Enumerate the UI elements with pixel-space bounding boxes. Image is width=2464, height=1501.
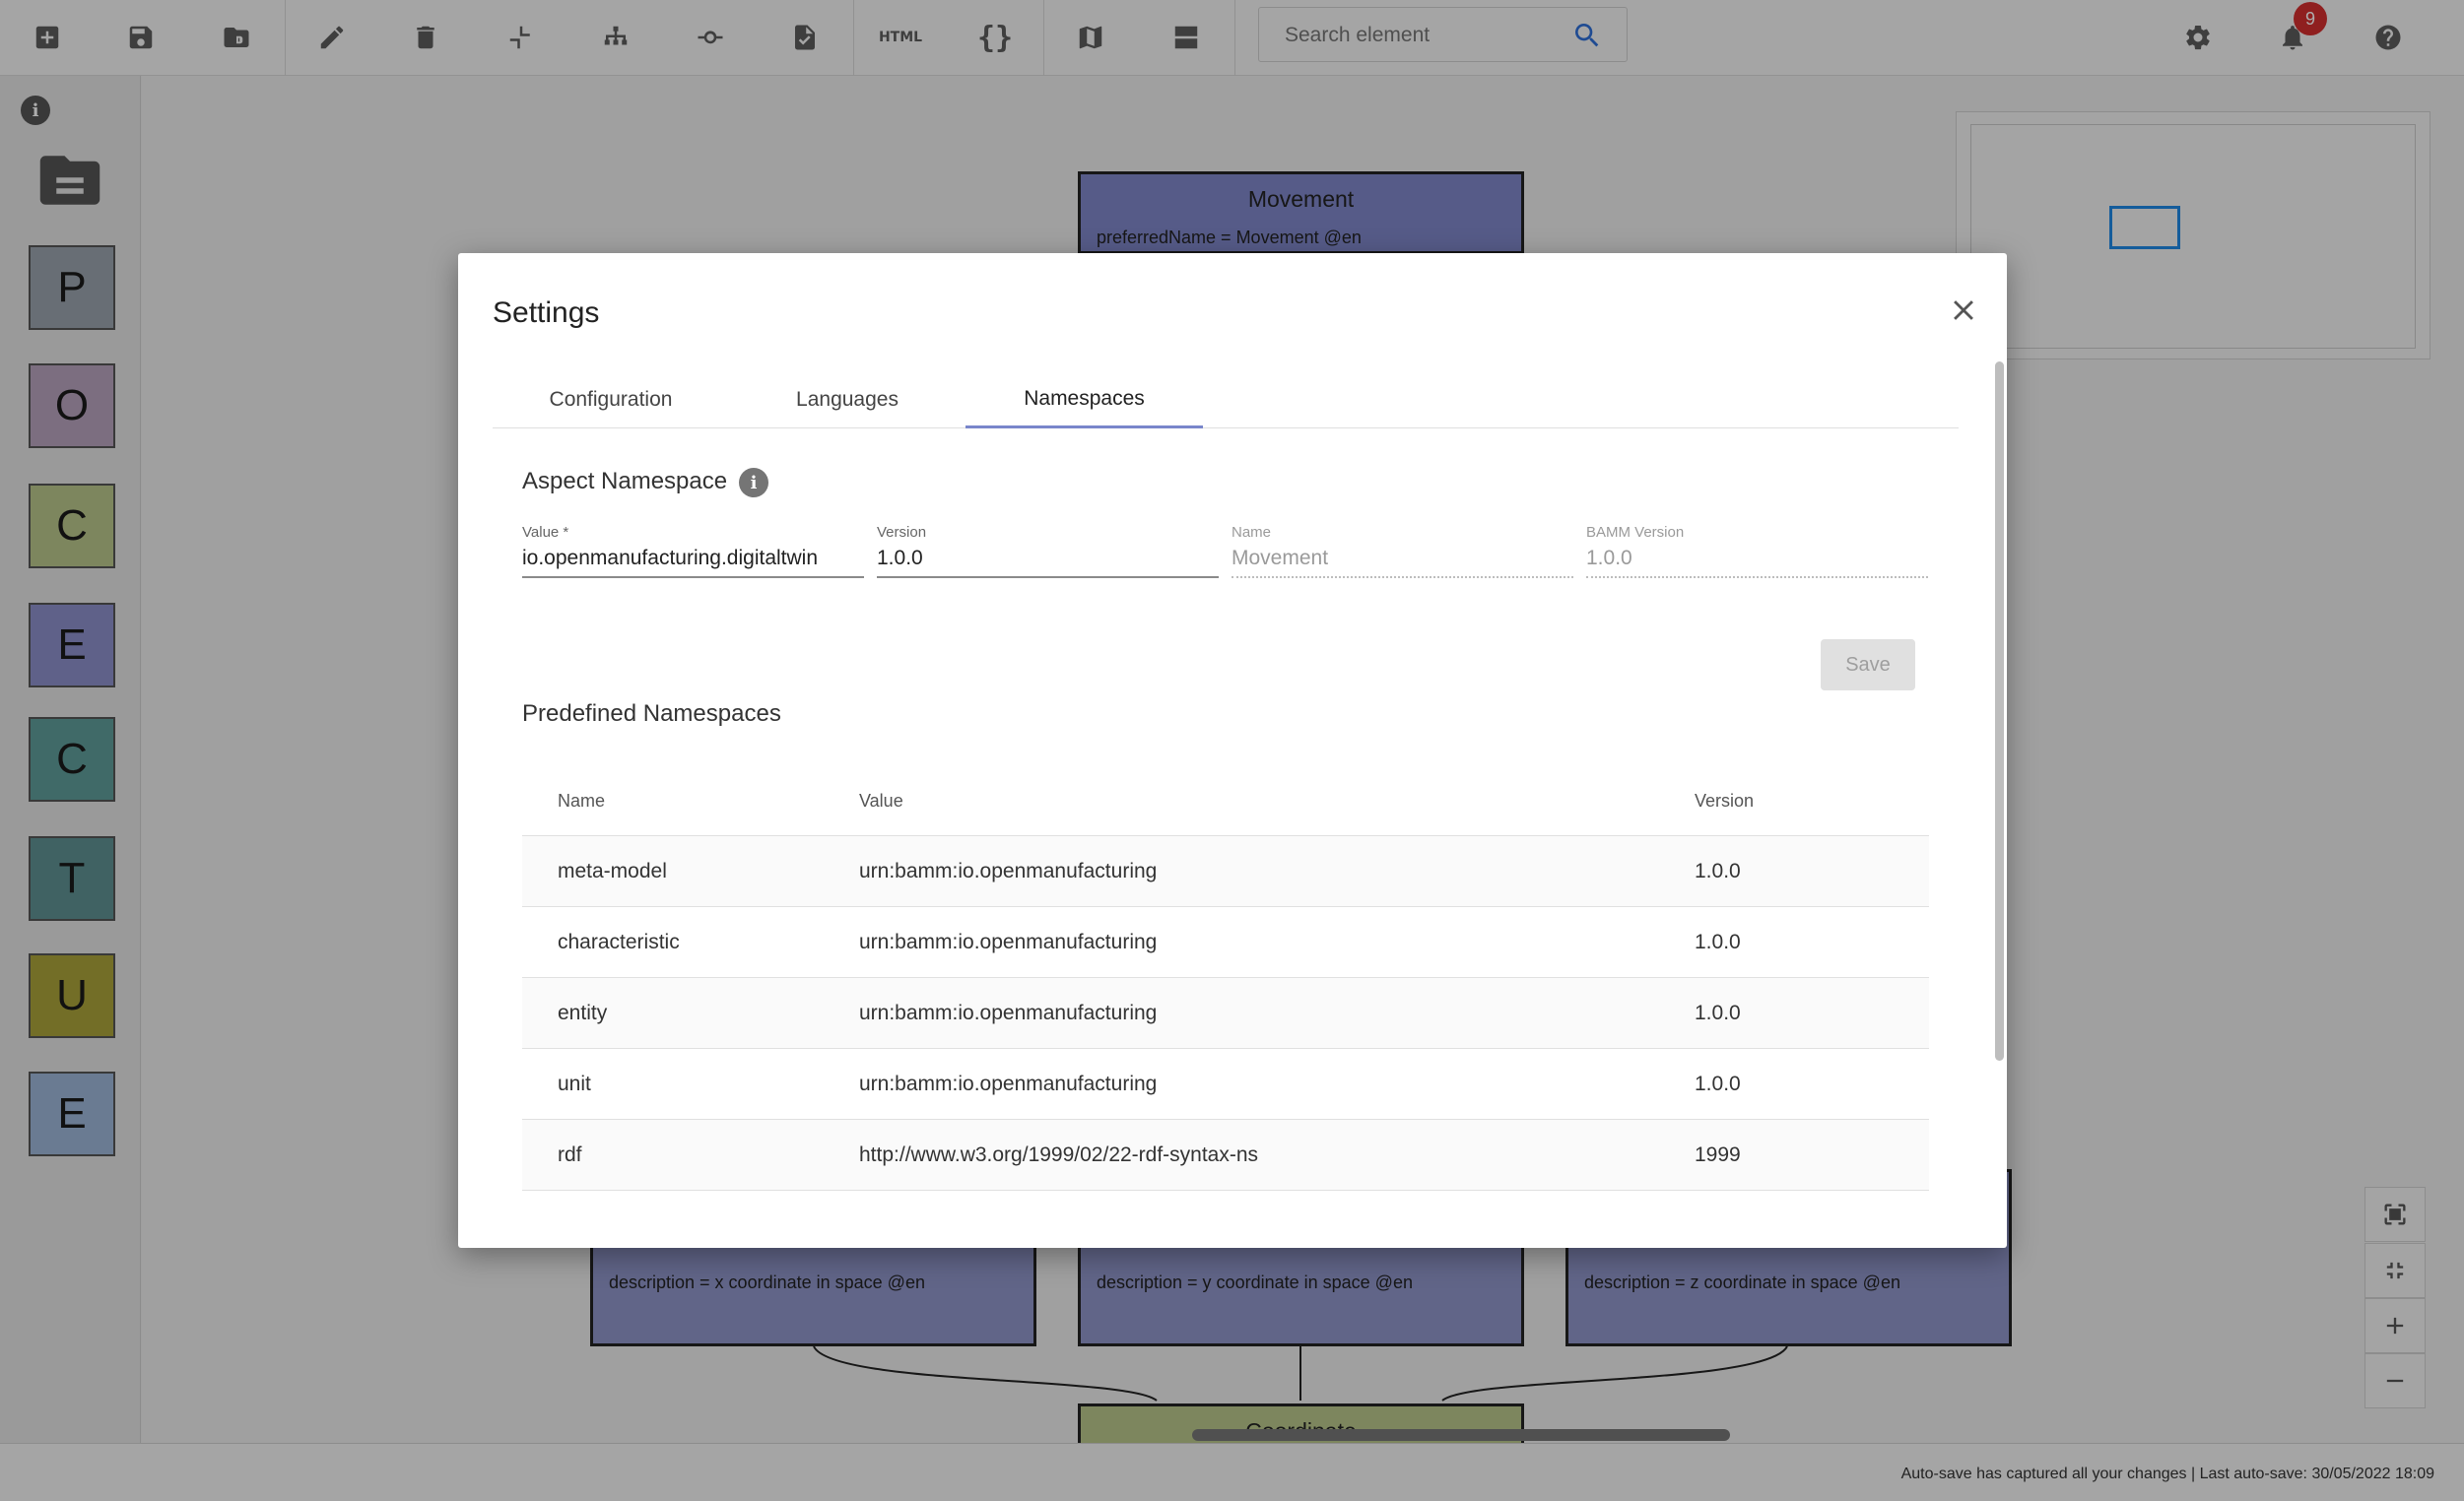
bamm-version-input xyxy=(1586,547,1928,578)
table-body: meta-model urn:bamm:io.openmanufacturing… xyxy=(522,836,1929,1191)
row-value: urn:bamm:io.openmanufacturing xyxy=(859,931,1158,953)
column-header-name: Name xyxy=(558,790,606,811)
name-input xyxy=(1232,547,1573,578)
row-version: 1.0.0 xyxy=(1695,1002,1741,1024)
row-name: meta-model xyxy=(558,860,667,882)
value-field: Value * xyxy=(522,524,864,583)
aspect-namespace-title: Aspect Namespace xyxy=(522,468,728,494)
save-button[interactable]: Save xyxy=(1821,639,1915,690)
close-icon[interactable] xyxy=(1942,289,1985,332)
row-value: urn:bamm:io.openmanufacturing xyxy=(859,860,1158,882)
row-version: 1999 xyxy=(1695,1143,1741,1166)
namespaces-table: Name Value Version meta-model urn:bamm:i… xyxy=(522,765,1929,1191)
bamm-version-label: BAMM Version xyxy=(1586,524,1685,541)
column-header-value: Value xyxy=(859,790,903,811)
tab-languages[interactable]: Languages xyxy=(729,371,966,428)
version-label: Version xyxy=(877,524,927,541)
row-version: 1.0.0 xyxy=(1695,1073,1741,1095)
row-version: 1.0.0 xyxy=(1695,860,1741,882)
dialog-title: Settings xyxy=(493,296,600,329)
row-name: entity xyxy=(558,1002,608,1024)
value-input[interactable] xyxy=(522,547,864,578)
row-name: unit xyxy=(558,1073,591,1095)
table-header: Name Value Version xyxy=(522,765,1929,836)
table-row: meta-model urn:bamm:io.openmanufacturing… xyxy=(522,836,1929,907)
row-name: rdf xyxy=(558,1143,582,1166)
row-value: urn:bamm:io.openmanufacturing xyxy=(859,1002,1158,1024)
table-row: characteristic urn:bamm:io.openmanufactu… xyxy=(522,907,1929,978)
tab-namespaces[interactable]: Namespaces xyxy=(966,371,1203,428)
row-version: 1.0.0 xyxy=(1695,931,1741,953)
settings-dialog: Settings Configuration Languages Namespa… xyxy=(458,253,2007,1248)
version-input[interactable] xyxy=(877,547,1219,578)
table-row: unit urn:bamm:io.openmanufacturing 1.0.0 xyxy=(522,1049,1929,1120)
value-label: Value * xyxy=(522,524,569,541)
name-label: Name xyxy=(1232,524,1272,541)
row-name: characteristic xyxy=(558,931,680,953)
column-header-version: Version xyxy=(1695,790,1755,811)
bamm-version-field: BAMM Version xyxy=(1586,524,1928,583)
info-icon[interactable]: i xyxy=(739,468,768,497)
tab-configuration[interactable]: Configuration xyxy=(493,371,729,428)
row-value: urn:bamm:io.openmanufacturing xyxy=(859,1073,1158,1095)
version-field: Version xyxy=(877,524,1219,583)
table-row: entity urn:bamm:io.openmanufacturing 1.0… xyxy=(522,978,1929,1049)
predefined-namespaces-title: Predefined Namespaces xyxy=(522,700,781,727)
row-value: http://www.w3.org/1999/02/22-rdf-syntax-… xyxy=(859,1143,1259,1166)
dialog-scrollbar[interactable] xyxy=(1995,361,2004,1061)
table-row: rdf http://www.w3.org/1999/02/22-rdf-syn… xyxy=(522,1120,1929,1191)
name-field: Name xyxy=(1232,524,1573,583)
settings-tabs: Configuration Languages Namespaces xyxy=(493,371,1959,428)
